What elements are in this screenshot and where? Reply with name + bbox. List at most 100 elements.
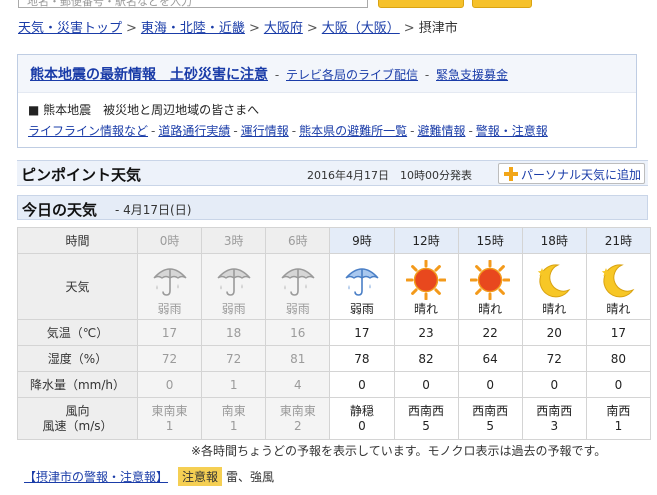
hour-cell: 6時 xyxy=(265,227,331,254)
humidity-cell: 64 xyxy=(457,345,523,372)
row-wind: 風向 風速（m/s） 東南東 1 南東 1 東南東 2 静穏 0 西南西 5 西南西 5 西南西 3 南西 1 xyxy=(17,397,652,440)
add-personal-weather-label: パーソナル天気に追加 xyxy=(521,168,642,182)
wind-direction: 南西 xyxy=(606,403,631,418)
precipitation-cell: 0 xyxy=(136,371,203,398)
row-label-wind: 風向 風速（m/s） xyxy=(17,397,138,440)
weather-cell: 晴れ xyxy=(585,253,652,320)
breadcrumb-link-prefecture[interactable]: 大阪府 xyxy=(264,21,303,36)
forecast-note: ※各時間ちょうどの予報を表示しています。モノクロ表示は過去の予報です。 xyxy=(191,444,607,458)
humidity-cell: 81 xyxy=(265,345,331,372)
wind-direction: 静穏 xyxy=(349,403,374,418)
breadcrumb-separator: > xyxy=(306,21,318,36)
hour-cell: 12時 xyxy=(393,227,459,254)
search-button[interactable] xyxy=(378,0,464,8)
dash-separator: - xyxy=(291,124,297,138)
row-label-wind-speed: 風速（m/s） xyxy=(42,418,113,433)
row-label-time: 時間 xyxy=(17,227,138,254)
wind-speed: 2 xyxy=(293,418,302,433)
row-label-precipitation: 降水量（mm/h） xyxy=(17,371,138,398)
wind-speed: 1 xyxy=(614,418,623,433)
row-label-humidity: 湿度（%） xyxy=(17,345,138,372)
wind-cell: 南西 1 xyxy=(585,397,652,440)
wind-direction: 西南西 xyxy=(408,403,445,418)
temperature-cell: 17 xyxy=(136,319,203,346)
wind-speed: 1 xyxy=(229,418,238,433)
warnings-link[interactable]: 警報・注意報 xyxy=(476,124,548,138)
dash-separator: - xyxy=(151,124,156,138)
wind-direction: 西南西 xyxy=(536,403,573,418)
notice-headline-link[interactable]: 熊本地震の最新情報 土砂災害に注意 xyxy=(30,67,268,83)
weather-text: 弱雨 xyxy=(221,302,246,316)
tv-live-link[interactable]: テレビ各局のライブ配信 xyxy=(286,68,418,82)
wind-speed: 0 xyxy=(358,418,366,433)
humidity-cell: 72 xyxy=(136,345,203,372)
dash-separator: - xyxy=(468,124,473,138)
weather-cell: 弱雨 xyxy=(201,253,267,320)
breadcrumb-link-area[interactable]: 大阪（大阪） xyxy=(322,21,400,36)
pinpoint-title: ピンポイント天気 xyxy=(21,166,142,184)
dash-separator: - xyxy=(410,124,415,138)
today-title: 今日の天気 xyxy=(22,201,98,219)
hour-cell: 0時 xyxy=(136,227,203,254)
notice-body-title: ■ 熊本地震 被災地と周辺地域の皆さまへ xyxy=(28,103,260,117)
today-header: 今日の天気 - 4月17日(日) xyxy=(17,195,648,220)
weather-text: 晴れ xyxy=(606,302,631,316)
breadcrumb-link-top[interactable]: 天気・災害トップ xyxy=(18,21,122,36)
temperature-cell: 17 xyxy=(329,319,395,346)
warning-line: 【摂津市の警報・注意報】 注意報 雷、強風 xyxy=(24,467,274,486)
donation-link[interactable]: 緊急支援募金 xyxy=(436,68,508,82)
wind-cell: 西南西 5 xyxy=(393,397,459,440)
wind-cell: 西南西 3 xyxy=(521,397,587,440)
humidity-cell: 78 xyxy=(329,345,395,372)
breadcrumb-current: 摂津市 xyxy=(418,21,458,36)
dash-separator: - xyxy=(233,124,238,138)
weather-cell: 晴れ xyxy=(521,253,587,320)
temperature-cell: 22 xyxy=(457,319,523,346)
lifeline-link[interactable]: ライフライン情報など xyxy=(28,124,148,138)
sun-icon xyxy=(469,259,511,301)
weather-cell: 晴れ xyxy=(393,253,459,320)
weather-cell: 晴れ xyxy=(457,253,523,320)
transit-link[interactable]: 運行情報 xyxy=(241,124,289,138)
wind-speed: 5 xyxy=(422,418,430,433)
umbrella-rain-icon xyxy=(342,260,382,300)
sun-icon xyxy=(405,259,447,301)
shelter-list-link[interactable]: 熊本県の避難所一覧 xyxy=(299,124,407,138)
wind-cell: 静穏 0 xyxy=(329,397,395,440)
precipitation-cell: 1 xyxy=(201,371,267,398)
weather-text: 弱雨 xyxy=(349,302,374,316)
hour-cell: 15時 xyxy=(457,227,523,254)
breadcrumb-separator: > xyxy=(403,21,415,36)
row-humidity: 湿度（%） 72 72 81 78 82 64 72 80 xyxy=(17,345,652,372)
evacuation-link[interactable]: 避難情報 xyxy=(417,124,465,138)
secondary-search-button[interactable] xyxy=(472,0,532,8)
row-temperature: 気温（℃） 17 18 16 17 23 22 20 17 xyxy=(17,319,652,346)
add-personal-weather-button[interactable]: パーソナル天気に追加 xyxy=(498,163,645,184)
city-warnings-link[interactable]: 【摂津市の警報・注意報】 xyxy=(24,470,168,484)
breadcrumb-separator: > xyxy=(126,21,137,36)
notice-body: ■ 熊本地震 被災地と周辺地域の皆さまへ ライフライン情報など - 道路通行実績 - 運… xyxy=(28,101,633,139)
weather-cell: 弱雨 xyxy=(265,253,331,320)
search-input[interactable]: 地名・郵便番号・駅名などを入力 xyxy=(18,0,368,8)
precipitation-cell: 0 xyxy=(393,371,459,398)
wind-direction: 東南東 xyxy=(279,403,316,418)
road-link[interactable]: 道路通行実績 xyxy=(158,124,230,138)
temperature-cell: 18 xyxy=(201,319,267,346)
weather-text: 晴れ xyxy=(478,302,503,316)
weather-text: 弱雨 xyxy=(285,302,310,316)
hour-cell: 9時 xyxy=(329,227,395,254)
wind-cell: 東南東 2 xyxy=(265,397,331,440)
umbrella-rain-icon xyxy=(214,260,254,300)
precipitation-cell: 0 xyxy=(329,371,395,398)
temperature-cell: 20 xyxy=(521,319,587,346)
wind-speed: 1 xyxy=(165,418,174,433)
wind-cell: 西南西 5 xyxy=(457,397,523,440)
row-weather: 天気 弱雨 弱雨 弱雨 弱雨 晴れ 晴れ 晴れ 晴れ xyxy=(17,253,652,320)
wind-cell: 南東 1 xyxy=(201,397,267,440)
hour-cell: 21時 xyxy=(585,227,652,254)
breadcrumb-link-region[interactable]: 東海・北陸・近畿 xyxy=(141,21,245,36)
moon-icon xyxy=(598,260,638,300)
top-search-strip: 地名・郵便番号・駅名などを入力 xyxy=(0,0,657,9)
disaster-notice-box: 熊本地震の最新情報 土砂災害に注意 - テレビ各局のライブ配信 - 緊急支援募金… xyxy=(17,54,637,148)
weather-text: 弱雨 xyxy=(157,302,182,316)
